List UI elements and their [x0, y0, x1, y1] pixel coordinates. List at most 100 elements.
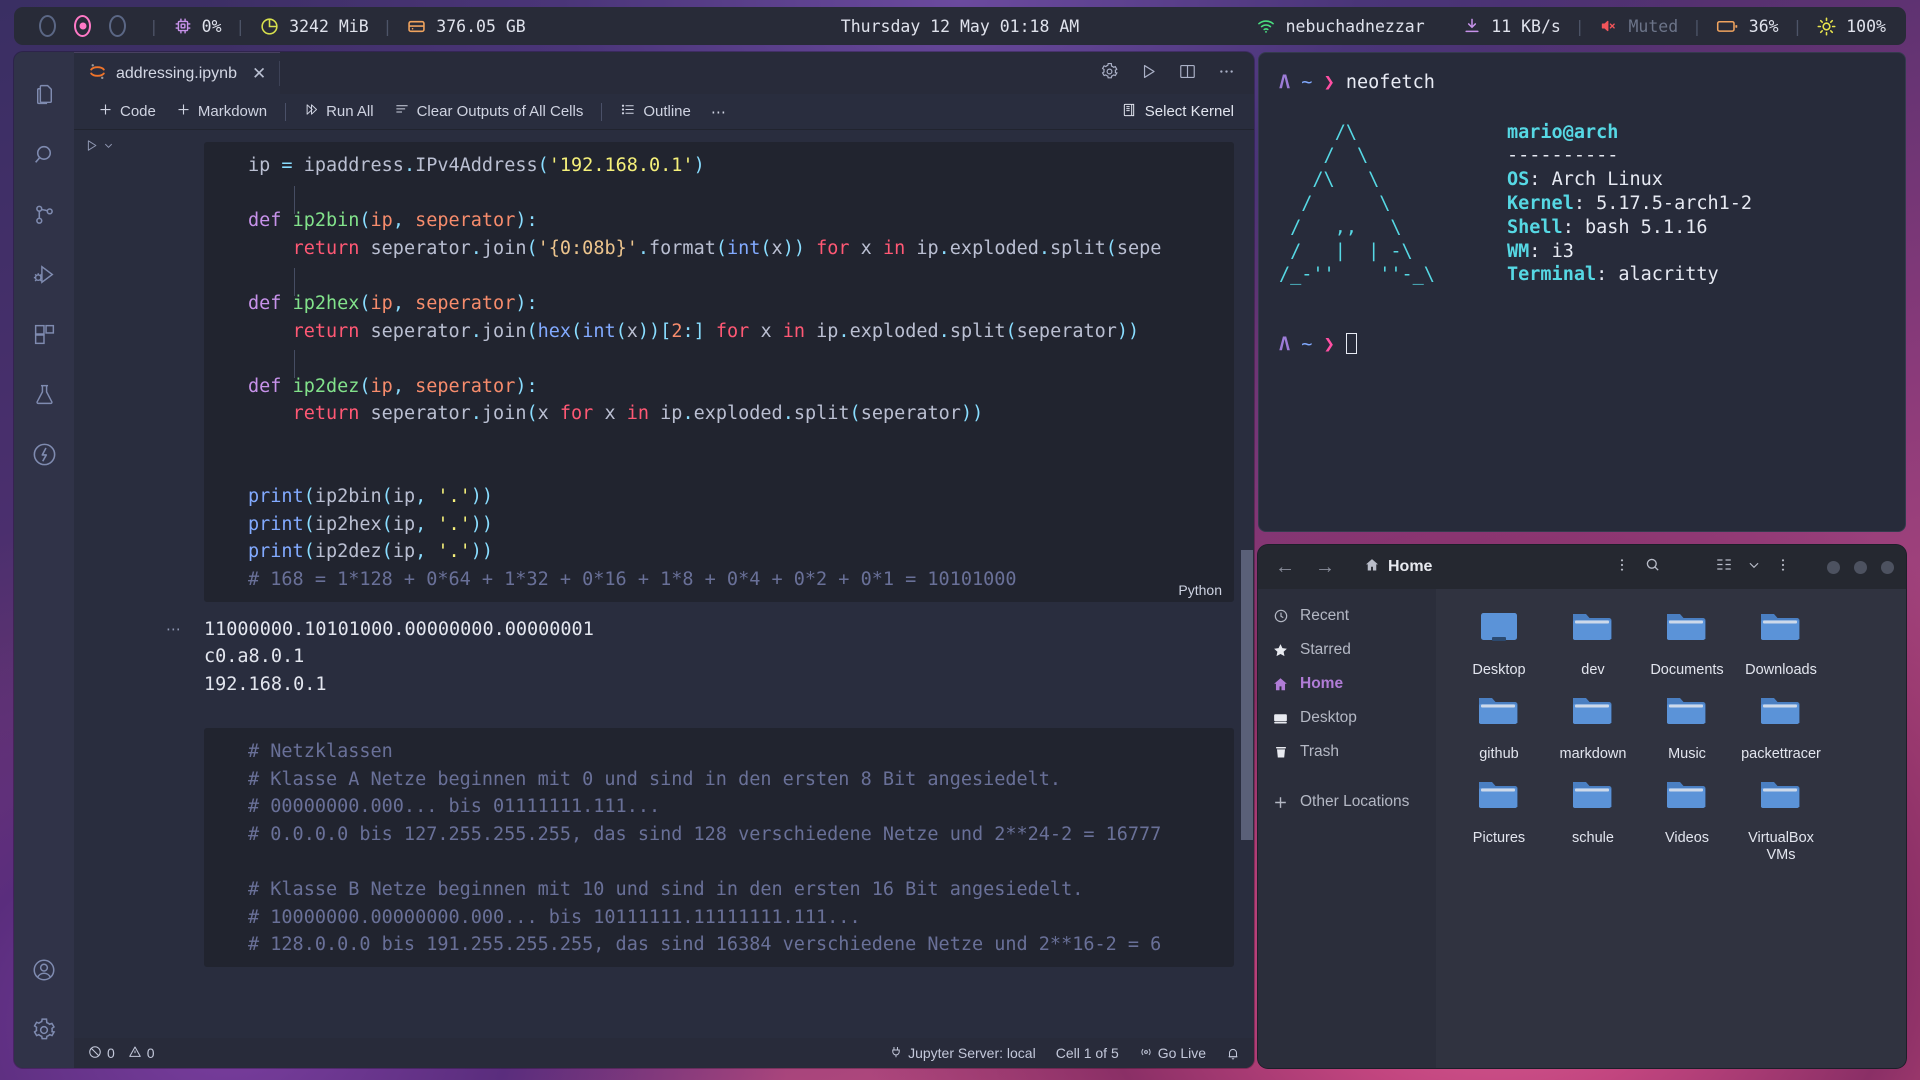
neofetch-terminal-key: Terminal — [1507, 264, 1596, 285]
outline-button[interactable]: Outline — [610, 102, 701, 121]
file-item[interactable]: Documents — [1640, 605, 1734, 685]
cell-language-badge[interactable]: Python — [1178, 582, 1222, 598]
testing-icon[interactable] — [14, 364, 74, 424]
volume-status[interactable]: Muted — [1598, 17, 1678, 36]
file-item[interactable]: Desktop — [1452, 605, 1546, 685]
separator — [1439, 17, 1449, 36]
extensions-icon[interactable] — [14, 304, 74, 364]
chevron-down-icon[interactable] — [1747, 558, 1761, 577]
neofetch-wm: WM: i3 — [1507, 240, 1752, 264]
run-and-debug-icon[interactable] — [14, 244, 74, 304]
file-item[interactable]: Downloads — [1734, 605, 1828, 685]
back-button[interactable]: ← — [1270, 556, 1300, 579]
settings-gear-icon[interactable] — [14, 1000, 74, 1060]
folder-icon — [1660, 611, 1714, 655]
notebook-cell-1[interactable]: ip = ipaddress.IPv4Address('192.168.0.1'… — [74, 130, 1254, 602]
sidebar-item-recent[interactable]: Recent — [1258, 599, 1436, 633]
separator: | — [1793, 17, 1803, 36]
forward-button[interactable]: → — [1310, 556, 1340, 579]
kebab-menu-icon[interactable] — [1614, 557, 1630, 578]
plus-icon — [98, 102, 113, 121]
prompt-arrow: ❯ — [1324, 72, 1335, 93]
editor-actions — [1100, 52, 1254, 94]
separator: | — [383, 17, 393, 36]
add-markdown-cell-button[interactable]: Markdown — [166, 102, 277, 121]
volume-muted-icon — [1598, 17, 1619, 35]
search-icon[interactable] — [1644, 556, 1661, 578]
disk-status[interactable]: 376.05 GB — [406, 16, 525, 37]
notifications-bell-icon[interactable] — [1226, 1046, 1240, 1061]
file-item[interactable]: schule — [1546, 773, 1640, 870]
breadcrumb[interactable]: Home — [1364, 557, 1432, 578]
editor-tab-addressing[interactable]: addressing.ipynb ✕ — [74, 52, 280, 94]
file-item[interactable]: Videos — [1640, 773, 1734, 870]
cpu-status[interactable]: 0% — [173, 16, 222, 36]
sidebar-item-starred[interactable]: Starred — [1258, 633, 1436, 667]
file-item[interactable]: markdown — [1546, 689, 1640, 769]
add-code-cell-button[interactable]: Code — [88, 102, 166, 121]
gear-icon[interactable] — [1100, 62, 1119, 85]
home-icon — [1272, 676, 1289, 693]
folder-icon — [1660, 695, 1714, 739]
folder-icon — [1754, 695, 1808, 739]
terminal-window[interactable]: Λ ~ ❯ neofetch /\ / \ /\ \ / \ / ,, \ / … — [1258, 52, 1906, 532]
file-item[interactable]: github — [1452, 689, 1546, 769]
sidebar-item-other-locations[interactable]: Other Locations — [1258, 785, 1436, 819]
notebook-cell-2[interactable]: # Netzklassen # Klasse A Netze beginnen … — [74, 698, 1254, 967]
system-topbar: | 0% | 3242 MiB | — [14, 7, 1906, 45]
jupyter-server-status[interactable]: Jupyter Server: local — [889, 1045, 1036, 1062]
warning-count: 0 — [147, 1045, 155, 1061]
neofetch-shell-key: Shell — [1507, 217, 1563, 238]
notebook-scroll-area[interactable]: ip = ipaddress.IPv4Address('192.168.0.1'… — [74, 130, 1254, 1038]
sidebar-item-desktop[interactable]: Desktop — [1258, 701, 1436, 735]
file-item[interactable]: dev — [1546, 605, 1640, 685]
run-icon[interactable] — [1139, 62, 1158, 85]
network-speed[interactable]: 11 KB/s — [1462, 16, 1561, 36]
minimize-button[interactable] — [1827, 561, 1840, 574]
workspace-indicator-3[interactable] — [109, 15, 126, 37]
explorer-icon[interactable] — [14, 64, 74, 124]
sidebar-item-home[interactable]: Home — [1258, 667, 1436, 701]
sidebar-item-trash[interactable]: Trash — [1258, 735, 1436, 769]
file-item[interactable]: Music — [1640, 689, 1734, 769]
file-item[interactable]: Pictures — [1452, 773, 1546, 870]
search-icon[interactable] — [14, 124, 74, 184]
clear-outputs-button[interactable]: Clear Outputs of All Cells — [384, 102, 594, 121]
output-more-icon[interactable]: ⋯ — [166, 620, 181, 638]
file-item[interactable]: packettracer — [1734, 689, 1828, 769]
go-live-button[interactable]: Go Live — [1139, 1045, 1206, 1062]
source-control-icon[interactable] — [14, 184, 74, 244]
close-button[interactable] — [1881, 561, 1894, 574]
list-view-icon[interactable] — [1715, 557, 1733, 577]
file-label: Pictures — [1473, 830, 1525, 847]
select-kernel-button[interactable]: Select Kernel — [1121, 102, 1240, 122]
file-grid[interactable]: Desktop dev Documents — [1436, 589, 1906, 1068]
split-editor-icon[interactable] — [1178, 62, 1197, 85]
close-icon[interactable]: ✕ — [252, 64, 266, 84]
toolbar-more-button[interactable]: ⋯ — [701, 103, 736, 121]
run-all-button[interactable]: Run All — [294, 102, 384, 121]
workspace-indicator-1[interactable] — [39, 15, 56, 37]
workspace-indicator-2[interactable] — [74, 15, 91, 37]
outline-label: Outline — [643, 103, 691, 120]
maximize-button[interactable] — [1854, 561, 1867, 574]
cell-1-editor[interactable]: ip = ipaddress.IPv4Address('192.168.0.1'… — [204, 142, 1234, 602]
notebook-scrollbar[interactable] — [1240, 130, 1254, 1038]
memory-status[interactable]: 3242 MiB — [259, 16, 368, 37]
cell-position-status[interactable]: Cell 1 of 5 — [1056, 1045, 1119, 1061]
problems-status[interactable]: 0 0 — [88, 1045, 155, 1062]
account-icon[interactable] — [14, 940, 74, 1000]
jupyter-icon[interactable] — [14, 424, 74, 484]
file-label: schule — [1572, 830, 1614, 847]
prompt-dir: ~ — [1301, 72, 1312, 93]
hamburger-icon[interactable] — [1775, 557, 1791, 578]
cell-run-button[interactable] — [84, 138, 124, 153]
scrollbar-thumb[interactable] — [1241, 550, 1253, 840]
file-item[interactable]: VirtualBox VMs — [1734, 773, 1828, 870]
neofetch-kernel-value: 5.17.5-arch1-2 — [1596, 193, 1752, 214]
cell-2-editor[interactable]: # Netzklassen # Klasse A Netze beginnen … — [204, 728, 1234, 967]
more-icon[interactable] — [1217, 62, 1236, 85]
battery-status[interactable]: 36% — [1716, 17, 1779, 36]
brightness-status[interactable]: 100% — [1816, 16, 1886, 37]
wifi-status[interactable]: nebuchadnezzar — [1255, 16, 1425, 36]
